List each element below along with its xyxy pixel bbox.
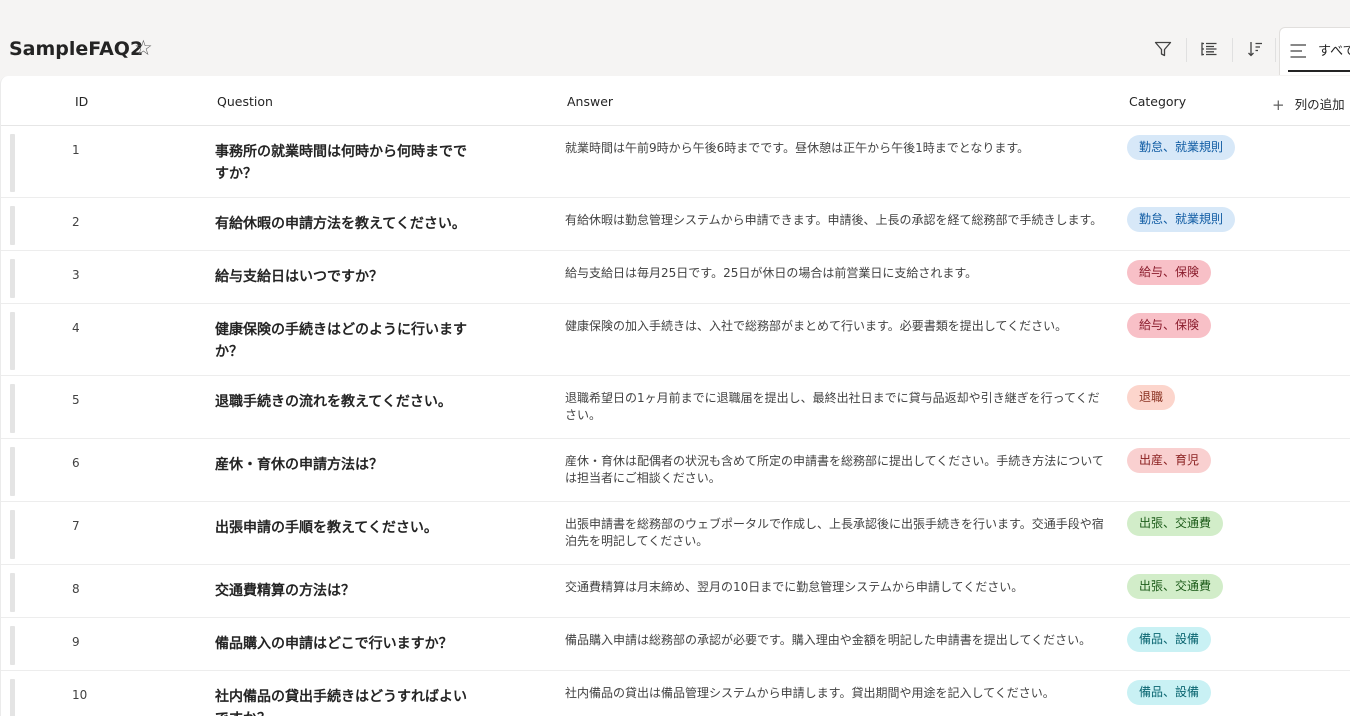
row-selection-handle[interactable]	[10, 134, 15, 192]
view-name: すべて	[1318, 44, 1350, 59]
table-row[interactable]: 7 出張申請の手順を教えてください。 出張申請書を総務部のウェブポータルで作成し、上…	[1, 502, 1350, 565]
column-header-category[interactable]: Category	[1129, 94, 1186, 109]
cell-id: 8	[72, 582, 80, 596]
row-selection-handle[interactable]	[10, 510, 15, 559]
cell-id: 1	[72, 143, 80, 157]
category-badge: 備品、設備	[1127, 627, 1212, 652]
toolbar-divider	[1275, 38, 1276, 62]
cell-answer: 備品購入申請は総務部の承認が必要です。購入理由や金額を明記した申請書を提出してく…	[565, 633, 1092, 647]
row-selection-handle[interactable]	[10, 626, 15, 665]
favorite-star-icon[interactable]: ☆	[134, 36, 153, 60]
column-header-answer[interactable]: Answer	[567, 94, 613, 109]
cell-answer: 有給休暇は勤怠管理システムから申請できます。申請後、上長の承認を経て総務部で手続…	[565, 213, 1103, 227]
table-row[interactable]: 3 給与支給日はいつですか？ 給与支給日は毎月25日です。25日が休日の場合は前営業…	[1, 251, 1350, 304]
cell-question[interactable]: 出張申請の手順を教えてください。	[215, 517, 475, 539]
category-badge: 出張、交通費	[1127, 511, 1224, 536]
column-header-row: ID Question Answer Category + 列の追加	[1, 76, 1350, 126]
category-badge: 出産、育児	[1127, 448, 1212, 473]
cell-id: 2	[72, 215, 80, 229]
category-badge: 勤怠、就業規則	[1127, 135, 1236, 160]
category-badge: 退職	[1127, 385, 1176, 410]
list-title: SampleFAQ2	[9, 38, 144, 60]
cell-id: 7	[72, 519, 80, 533]
category-badge: 勤怠、就業規則	[1127, 207, 1236, 232]
category-badge: 給与、保険	[1127, 313, 1212, 338]
active-view-indicator	[1288, 70, 1350, 72]
cell-id: 3	[72, 268, 80, 282]
add-column-label: 列の追加	[1294, 97, 1345, 112]
cell-question[interactable]: 社内備品の貸出手続きはどうすればよいですか？	[215, 686, 475, 716]
cell-question[interactable]: 退職手続きの流れを教えてください。	[215, 391, 475, 413]
column-header-question[interactable]: Question	[217, 94, 273, 109]
sort-icon[interactable]	[1242, 36, 1268, 62]
group-by-icon[interactable]	[1196, 36, 1222, 62]
row-selection-handle[interactable]	[10, 384, 15, 433]
toolbar-divider	[1186, 38, 1187, 62]
category-badge: 備品、設備	[1127, 680, 1212, 705]
table-row[interactable]: 6 産休・育休の申請方法は？ 産休・育休は配偶者の状況も含めて所定の申請書を総務部に…	[1, 439, 1350, 502]
plus-icon: +	[1272, 96, 1285, 114]
list-grid: ID Question Answer Category + 列の追加 1 事務所の就…	[0, 76, 1350, 716]
cell-answer: 社内備品の貸出は備品管理システムから申請します。貸出期間や用途を記入してください…	[565, 686, 1055, 700]
cell-answer: 産休・育休は配偶者の状況も含めて所定の申請書を総務部に提出してください。手続き方…	[565, 454, 1104, 485]
cell-question[interactable]: 給与支給日はいつですか？	[215, 266, 475, 288]
row-selection-handle[interactable]	[10, 447, 15, 496]
filter-icon[interactable]	[1150, 36, 1176, 62]
row-selection-handle[interactable]	[10, 573, 15, 612]
cell-id: 9	[72, 635, 80, 649]
table-row[interactable]: 9 備品購入の申請はどこで行いますか？ 備品購入申請は総務部の承認が必要です。購入理…	[1, 618, 1350, 671]
cell-answer: 退職希望日の1ヶ月前までに退職届を提出し、最終出社日までに貸与品返却や引き継ぎを…	[565, 391, 1100, 422]
cell-id: 5	[72, 393, 80, 407]
category-badge: 出張、交通費	[1127, 574, 1224, 599]
toolbar-divider	[1232, 38, 1233, 62]
column-header-id[interactable]: ID	[75, 94, 88, 109]
cell-question[interactable]: 有給休暇の申請方法を教えてください。	[215, 213, 475, 235]
cell-id: 10	[72, 688, 88, 702]
cell-question[interactable]: 備品購入の申請はどこで行いますか？	[215, 633, 475, 655]
category-badge: 給与、保険	[1127, 260, 1212, 285]
row-selection-handle[interactable]	[10, 679, 15, 716]
command-bar: SampleFAQ2 ☆ すべて	[0, 0, 1350, 76]
view-selector-tab[interactable]: すべて	[1279, 27, 1350, 75]
cell-question[interactable]: 産休・育休の申請方法は？	[215, 454, 475, 476]
cell-answer: 出張申請書を総務部のウェブポータルで作成し、上長承認後に出張手続きを行います。交…	[565, 517, 1104, 548]
table-row[interactable]: 1 事務所の就業時間は何時から何時までですか？ 就業時間は午前9時から午後6時までで…	[1, 126, 1350, 198]
cell-question[interactable]: 交通費精算の方法は？	[215, 580, 475, 602]
view-options-icon	[1290, 44, 1306, 58]
cell-answer: 給与支給日は毎月25日です。25日が休日の場合は前営業日に支給されます。	[565, 266, 978, 280]
row-selection-handle[interactable]	[10, 206, 15, 245]
table-row[interactable]: 8 交通費精算の方法は？ 交通費精算は月末締め、翌月の10日までに勤怠管理システムか…	[1, 565, 1350, 618]
row-selection-handle[interactable]	[10, 312, 15, 370]
cell-question[interactable]: 事務所の就業時間は何時から何時までですか？	[215, 141, 475, 185]
table-row[interactable]: 5 退職手続きの流れを教えてください。 退職希望日の1ヶ月前までに退職届を提出し、最…	[1, 376, 1350, 439]
cell-id: 6	[72, 456, 80, 470]
table-row[interactable]: 4 健康保険の手続きはどのように行いますか？ 健康保険の加入手続きは、入社で総務部が…	[1, 304, 1350, 376]
table-row[interactable]: 10 社内備品の貸出手続きはどうすればよいですか？ 社内備品の貸出は備品管理システム…	[1, 671, 1350, 716]
add-column-button[interactable]: + 列の追加	[1272, 94, 1345, 114]
row-selection-handle[interactable]	[10, 259, 15, 298]
cell-id: 4	[72, 321, 80, 335]
table-row[interactable]: 2 有給休暇の申請方法を教えてください。 有給休暇は勤怠管理システムから申請できます…	[1, 198, 1350, 251]
cell-question[interactable]: 健康保険の手続きはどのように行いますか？	[215, 319, 475, 363]
cell-answer: 交通費精算は月末締め、翌月の10日までに勤怠管理システムから申請してください。	[565, 580, 1024, 594]
cell-answer: 健康保険の加入手続きは、入社で総務部がまとめて行います。必要書類を提出してくださ…	[565, 319, 1068, 333]
cell-answer: 就業時間は午前9時から午後6時までです。昼休憩は正午から午後1時までとなります。	[565, 141, 1030, 155]
